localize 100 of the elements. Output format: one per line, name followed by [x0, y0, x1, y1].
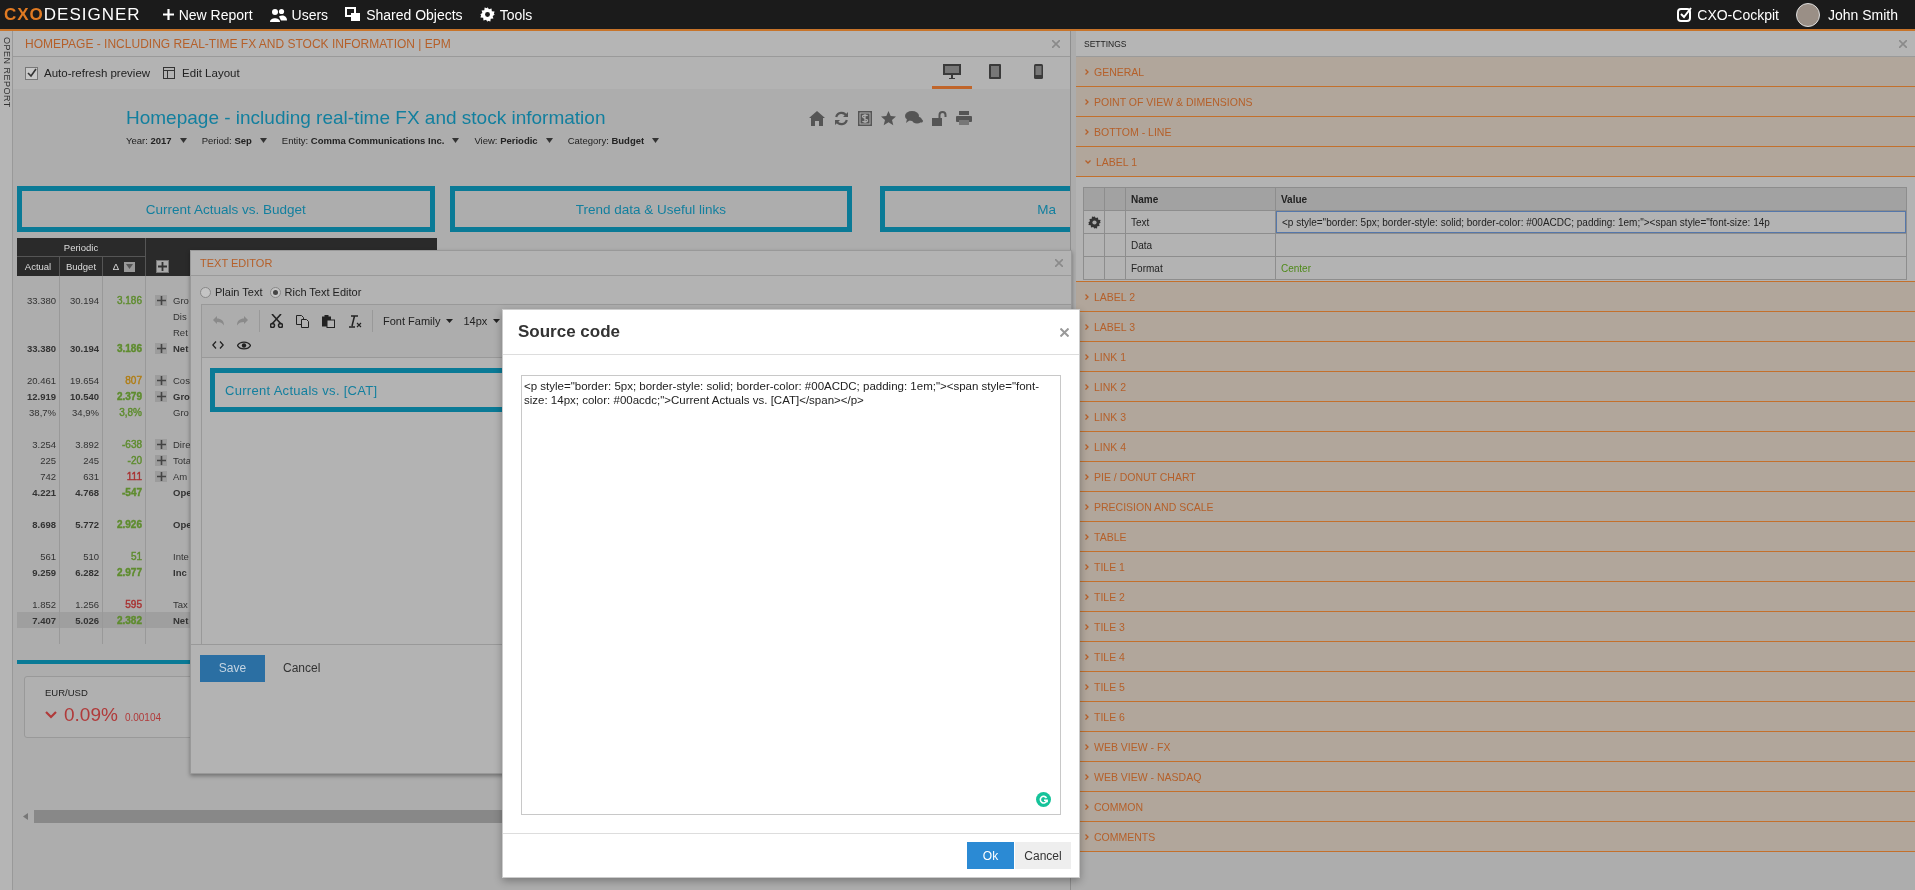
clear-formatting-icon[interactable]	[348, 314, 362, 328]
table-cell: 10.540	[60, 388, 103, 404]
star-icon[interactable]	[881, 110, 896, 126]
scissors-icon[interactable]	[270, 314, 283, 328]
value-cell[interactable]: Center	[1276, 257, 1906, 279]
paste-icon[interactable]	[322, 314, 335, 328]
expand-icon[interactable]	[155, 470, 167, 482]
table-cell: 2.382	[103, 612, 146, 628]
row-label: Ope	[173, 486, 192, 498]
radio-button[interactable]	[269, 286, 281, 298]
chevron-right-icon	[1085, 653, 1089, 660]
chevron-right-icon	[1085, 803, 1089, 810]
filter-dropdown[interactable]: Period: Sep	[201, 135, 267, 146]
settings-icon[interactable]	[1087, 215, 1101, 229]
app-logo: CXODESIGNER	[4, 4, 141, 25]
home-icon[interactable]	[809, 110, 825, 126]
cancel-button[interactable]: Cancel	[283, 661, 321, 675]
eye-icon[interactable]	[237, 340, 251, 350]
section-tile[interactable]: Trend data & Useful links	[449, 186, 853, 232]
dollar-box-icon[interactable]	[858, 110, 872, 126]
table-cell: 807	[103, 372, 146, 388]
chevron-right-icon	[1085, 473, 1089, 480]
table-cell: -547	[103, 484, 146, 500]
table-cell: 111	[103, 468, 146, 484]
section-tile[interactable]: Ma	[880, 186, 1070, 232]
nav-link[interactable]: Shared Objects	[345, 6, 463, 23]
dropdown-icon[interactable]	[124, 261, 136, 272]
row-label: Ope	[173, 518, 192, 530]
column-header: Δ	[103, 257, 146, 276]
accordion-header[interactable]: LABEL 2	[1076, 282, 1915, 312]
expand-icon[interactable]	[155, 374, 167, 386]
save-button[interactable]: Save	[200, 654, 265, 682]
copy-icon[interactable]	[296, 314, 309, 328]
percent-change: 0.09%	[64, 704, 118, 726]
table-cell: 3.254	[17, 436, 60, 452]
ok-button[interactable]: Ok	[967, 842, 1014, 869]
nav-link[interactable]: Users	[269, 6, 329, 23]
table-cell: 19.654	[60, 372, 103, 388]
table-cell: -638	[103, 436, 146, 452]
nav-link[interactable]: Tools	[479, 6, 533, 23]
table-cell: 3,8%	[103, 404, 146, 420]
row-label: Am	[173, 470, 188, 482]
radio-label: Plain Text	[215, 286, 263, 298]
row-label: Dire	[173, 438, 191, 450]
table-cell: 3.892	[60, 436, 103, 452]
nav-link[interactable]: New Report	[162, 6, 253, 23]
close-icon[interactable]	[1060, 327, 1069, 337]
row-label: Inc	[173, 566, 187, 578]
chevron-right-icon	[1085, 98, 1089, 105]
avatar[interactable]	[1795, 2, 1820, 27]
font-size-dropdown[interactable]: 14px	[463, 315, 501, 327]
filter-dropdown[interactable]: Category: Budget	[567, 135, 660, 146]
section-tile[interactable]: Current Actuals vs. Budget	[17, 186, 435, 232]
value-cell[interactable]: <p style="border: 5px; border-style: solid; border-color: #00ACDC; padding: 1em;"><span style="font-size: 14p	[1276, 211, 1906, 233]
expand-icon[interactable]	[155, 438, 167, 450]
side-tab[interactable]: OPEN REPORT	[0, 31, 13, 890]
expand-icon[interactable]	[155, 342, 167, 354]
row-label: Inte	[173, 550, 189, 562]
chevron-right-icon	[1085, 128, 1089, 135]
checkbox-label: Auto-refresh preview	[44, 67, 151, 79]
radio-button[interactable]	[200, 286, 211, 298]
row-label: Dis	[173, 310, 187, 322]
expand-icon[interactable]	[155, 294, 167, 306]
table-cell: 30.194	[60, 340, 103, 356]
accordion-header[interactable]: GENERAL	[1076, 57, 1915, 87]
cockpit-link[interactable]: CXO-Cockpit	[1677, 6, 1779, 23]
refresh-icon[interactable]	[834, 110, 849, 126]
filter-dropdown[interactable]: Year: 2017	[126, 135, 187, 146]
font-family-dropdown[interactable]: Font Family	[383, 315, 454, 327]
cancel-button[interactable]: Cancel	[1015, 842, 1071, 869]
phone-icon	[1033, 64, 1043, 79]
accordion-header[interactable]: BOTTOM - LINE	[1076, 117, 1915, 147]
chevron-right-icon	[1085, 683, 1089, 690]
row-label: Gro	[173, 294, 189, 306]
filter-dropdown[interactable]: View: Periodic	[474, 135, 553, 146]
table-cell: 33.380	[17, 292, 60, 308]
chevron-right-icon	[1085, 443, 1089, 450]
column-header: Value	[1280, 192, 1309, 207]
accordion-header[interactable]: LABEL 1	[1076, 147, 1915, 177]
row-label: Net	[173, 342, 189, 354]
caret-icon	[452, 138, 460, 143]
chat-icon[interactable]	[905, 110, 923, 126]
caret-icon	[493, 319, 501, 323]
filter-dropdown[interactable]: Entity: Comma Communications Inc.	[281, 135, 460, 146]
table-cell: 4.221	[17, 484, 60, 500]
edit-layout-button[interactable]: Edit Layout	[163, 67, 240, 79]
code-icon[interactable]	[212, 341, 224, 349]
table-cell: 5.026	[60, 612, 103, 628]
expand-icon[interactable]	[155, 454, 167, 466]
checkbox[interactable]	[25, 66, 38, 80]
accordion-header[interactable]: POINT OF VIEW & DIMENSIONS	[1076, 87, 1915, 117]
print-icon[interactable]	[956, 111, 972, 125]
unlock-icon[interactable]	[932, 110, 947, 126]
expand-icon[interactable]	[155, 390, 167, 402]
plus-box-icon[interactable]	[156, 260, 169, 273]
code-field[interactable]: <p style="border: 5px; border-style: solid; border-color: #00ACDC; padding: 1em;"><span style="font-size: 14px; color: #00acdc;">Current Actuals vs. [CAT]</span></p>	[521, 375, 1061, 815]
table-cell: 4.768	[60, 484, 103, 500]
users-icon	[269, 7, 287, 22]
table-cell: 30.194	[60, 292, 103, 308]
user-link[interactable]: John Smith	[1827, 6, 1898, 23]
